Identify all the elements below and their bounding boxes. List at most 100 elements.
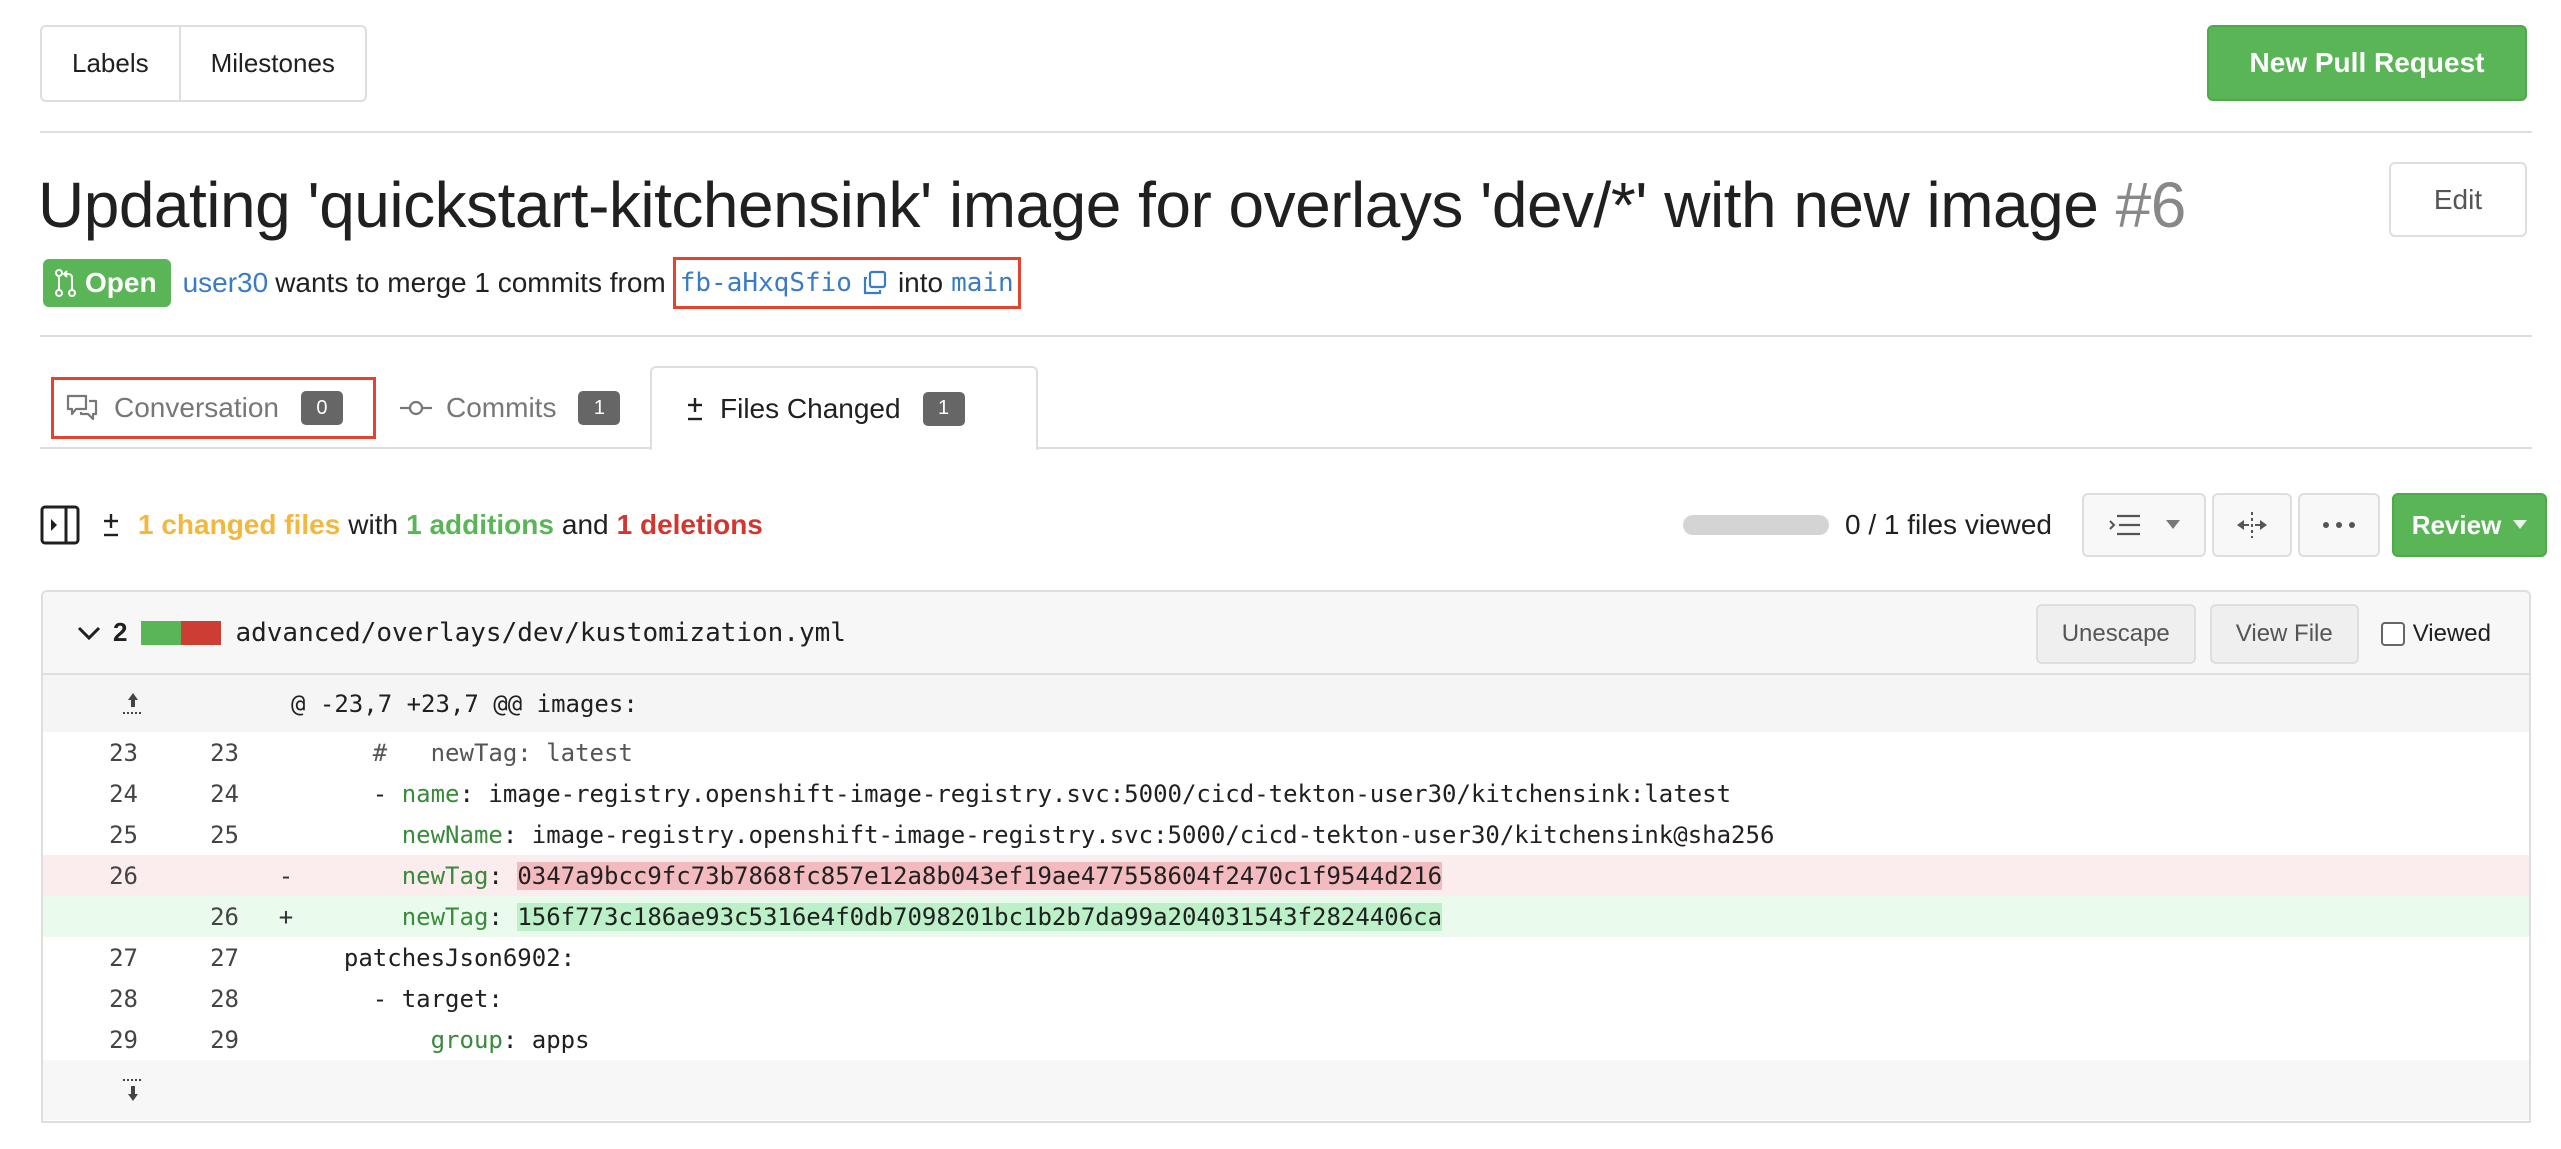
- viewed-label: Viewed: [2412, 620, 2491, 647]
- expand-up-icon[interactable]: [43, 691, 231, 717]
- tab-conversation[interactable]: Conversation 0: [51, 377, 376, 439]
- stats-text: with: [348, 509, 399, 540]
- merge-text: wants to merge 1 commits from: [275, 267, 666, 298]
- context-line: 28 28 - target:: [43, 978, 2529, 1019]
- review-button[interactable]: Review: [2392, 493, 2547, 557]
- files-viewed-progress: [1683, 515, 1829, 535]
- new-line-number[interactable]: 28: [138, 985, 239, 1013]
- yaml-key: newTag: [401, 902, 489, 931]
- tab-files-changed[interactable]: Files Changed 1: [650, 366, 1038, 451]
- new-line-number[interactable]: 23: [138, 739, 239, 767]
- new-line-number[interactable]: 27: [138, 944, 239, 972]
- pr-meta: Open user30 wants to merge 1 commits fro…: [43, 257, 1021, 309]
- yaml-key: name: [401, 779, 460, 808]
- viewed-checkbox[interactable]: Viewed: [2380, 620, 2491, 648]
- changed-text: 156f773c186ae93c5316e4f0db7098201bc1b2b7…: [517, 902, 1443, 931]
- base-branch-link[interactable]: main: [951, 268, 1014, 298]
- caret-down-icon: [2513, 520, 2528, 530]
- diff-sign: +: [278, 902, 294, 931]
- view-file-button[interactable]: View File: [2209, 604, 2359, 664]
- old-line-number[interactable]: 26: [43, 862, 138, 890]
- split-arrows-icon: [2235, 510, 2269, 540]
- pr-title-text: Updating 'quickstart-kitchensink' image …: [38, 169, 2099, 241]
- added-line: 26 + newTag: 156f773c186ae93c5316e4f0db70…: [43, 896, 2529, 937]
- line-code: # newTag: latest: [315, 739, 633, 767]
- diff-sign: -: [278, 861, 294, 890]
- toggle-file-tree-icon[interactable]: [40, 505, 80, 545]
- line-code: group: apps: [315, 1026, 590, 1054]
- file-change-count: 2: [113, 617, 128, 647]
- old-line-number[interactable]: 28: [43, 985, 138, 1013]
- old-line-number[interactable]: 29: [43, 1026, 138, 1054]
- yaml-key: group: [430, 1025, 503, 1054]
- diffstat-added: [141, 620, 182, 645]
- split-view-button[interactable]: [2212, 493, 2292, 557]
- old-line-number[interactable]: 23: [43, 739, 138, 767]
- edit-title-button[interactable]: Edit: [2389, 162, 2527, 237]
- code-text: patchesJson6902:: [343, 943, 576, 972]
- divider: [40, 335, 2532, 337]
- copy-icon[interactable]: [862, 270, 888, 296]
- unescape-button[interactable]: Unescape: [2035, 604, 2196, 664]
- new-line-number[interactable]: 29: [138, 1026, 239, 1054]
- new-pull-request-button[interactable]: New Pull Request: [2207, 25, 2527, 101]
- tab-commits[interactable]: Commits 1: [400, 367, 621, 449]
- pr-tabs: Conversation 0 Commits 1 Files Changed 1: [40, 366, 2532, 451]
- tab-label: Commits: [446, 392, 557, 423]
- yaml-key: newName: [401, 820, 503, 849]
- git-commit-icon: [400, 398, 432, 418]
- file-path: advanced/overlays/dev/kustomization.yml: [235, 617, 846, 648]
- more-options-button[interactable]: [2298, 493, 2380, 557]
- additions-count: 1 additions: [406, 509, 554, 540]
- old-line-number[interactable]: 25: [43, 821, 138, 849]
- tab-label: Files Changed: [720, 392, 901, 424]
- context-line: 25 25 newName: image-registry.openshift-i…: [43, 814, 2529, 855]
- files-viewed-text: 0 / 1 files viewed: [1845, 509, 2052, 540]
- checkbox[interactable]: [2380, 622, 2405, 646]
- diff-icon: [684, 394, 706, 424]
- diffstat-deleted: [181, 620, 222, 645]
- context-line: 24 24 - name: image-registry.openshift-im…: [43, 773, 2529, 814]
- labels-button[interactable]: Labels: [42, 27, 179, 100]
- diff-icon: [100, 510, 122, 540]
- diff-toolbar: 0 / 1 files viewed Review: [1683, 492, 2547, 558]
- line-code: newTag: 0347a9bcc9fc73b7868fc857e12a8b04…: [315, 861, 1443, 890]
- file-diff: 2 advanced/overlays/dev/kustomization.ym…: [41, 590, 2531, 1123]
- tab-label: Conversation: [114, 392, 279, 423]
- old-line-number[interactable]: 24: [43, 780, 138, 808]
- author-link[interactable]: user30: [183, 267, 269, 299]
- old-line-number[interactable]: 27: [43, 944, 138, 972]
- yaml-value: : apps: [502, 1025, 590, 1054]
- line-code: patchesJson6902:: [315, 944, 575, 972]
- yaml-value: :: [488, 861, 518, 890]
- head-branch-link[interactable]: fb-aHxqSfio: [680, 268, 852, 298]
- comment-discussion-icon: [66, 393, 100, 423]
- chevron-down-icon[interactable]: [77, 625, 101, 641]
- hunk-header-text: @ -23,7 +23,7 @@ images:: [291, 689, 638, 718]
- stats-text: and: [561, 509, 609, 540]
- context-line: 23 23 # newTag: latest: [43, 732, 2529, 773]
- new-line-number[interactable]: 26: [138, 903, 239, 931]
- divider: [40, 131, 2532, 133]
- expand-down-icon[interactable]: [43, 1077, 231, 1103]
- yaml-value: : image-registry.openshift-image-registr…: [502, 820, 1775, 849]
- new-line-number[interactable]: 25: [138, 821, 239, 849]
- diff-stats: 1 changed files with 1 additions and 1 d…: [40, 503, 763, 547]
- tab-count-badge: 0: [300, 391, 343, 425]
- line-code: - target:: [315, 985, 503, 1013]
- kebab-horizontal-icon: [2322, 521, 2356, 529]
- diff-view-options-button[interactable]: [2082, 493, 2206, 557]
- new-line-number[interactable]: 24: [138, 780, 239, 808]
- line-code: newTag: 156f773c186ae93c5316e4f0db709820…: [315, 902, 1443, 931]
- milestones-button[interactable]: Milestones: [178, 27, 365, 100]
- yaml-key: newTag: [401, 861, 489, 890]
- comment: # newTag: latest: [372, 738, 633, 767]
- changed-files-count: 1 changed files: [138, 509, 341, 540]
- hunk-header: @ -23,7 +23,7 @@ images:: [43, 675, 2529, 732]
- git-pull-request-icon: [55, 269, 77, 297]
- yaml-value: :: [488, 902, 518, 931]
